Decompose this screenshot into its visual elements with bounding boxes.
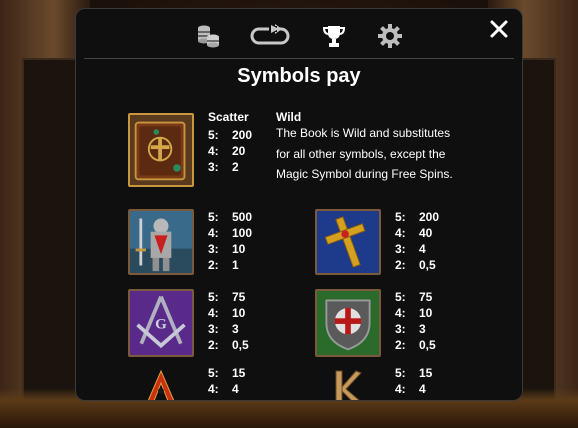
- compass-paytable: 5: 75 4: 10 3: 3 2: 0,5: [208, 289, 249, 353]
- cross-symbol-icon: [315, 209, 381, 275]
- pay-row: 4: 40: [395, 225, 439, 241]
- pay-row: 4: 4: [395, 381, 432, 397]
- pay-row: 5: 75: [208, 289, 249, 305]
- pay-row: 4: 4: [208, 381, 245, 397]
- pay-value: 15: [419, 366, 433, 380]
- trophy-icon[interactable]: [321, 23, 347, 49]
- pay-row: 5: 200: [208, 127, 252, 143]
- pay-row: 2: 1: [208, 257, 252, 273]
- pay-count: 2:: [208, 258, 219, 272]
- pay-count: 4:: [395, 306, 406, 320]
- pay-count: 4:: [208, 306, 219, 320]
- pay-count: 5:: [208, 290, 219, 304]
- pay-count: 5:: [395, 290, 406, 304]
- pay-value: 0,5: [419, 338, 436, 352]
- pay-value: 15: [232, 366, 246, 380]
- pay-row: 5: 200: [395, 209, 439, 225]
- pay-row: 4: 10: [395, 305, 436, 321]
- ace-symbol-icon: [146, 369, 176, 400]
- pay-count: 4:: [208, 226, 219, 240]
- pay-row: 4: 20: [208, 143, 252, 159]
- shield-paytable: 5: 75 4: 10 3: 3 2: 0,5: [395, 289, 436, 353]
- pay-count: 5:: [208, 128, 219, 142]
- pay-row: 5: 75: [395, 289, 436, 305]
- pay-value: 1: [232, 258, 239, 272]
- autoplay-loop-icon[interactable]: [249, 23, 291, 49]
- wild-header: Wild: [276, 110, 302, 124]
- svg-text:G: G: [155, 317, 167, 333]
- pay-row: 3: 10: [208, 241, 252, 257]
- pay-count: 3:: [395, 322, 406, 336]
- pay-value: 500: [232, 210, 253, 224]
- pay-value: 3: [419, 322, 426, 336]
- pay-value: 200: [419, 210, 440, 224]
- pay-row: 3: 3: [395, 321, 436, 337]
- ace-paytable: 5: 15 4: 4: [208, 365, 245, 397]
- paytable-modal: Symbols pay Scatter Wild 5: 200 4: 20 3: 2 …: [75, 8, 523, 401]
- pay-value: 0,5: [419, 258, 436, 272]
- pay-row: 5: 15: [395, 365, 432, 381]
- pay-value: 40: [419, 226, 433, 240]
- pay-count: 3:: [395, 242, 406, 256]
- pay-value: 10: [232, 306, 246, 320]
- pay-value: 75: [419, 290, 433, 304]
- pay-row: 5: 500: [208, 209, 252, 225]
- cross-paytable: 5: 200 4: 40 3: 4 2: 0,5: [395, 209, 439, 273]
- pay-row: 2: 0,5: [208, 337, 249, 353]
- pay-count: 3:: [208, 242, 219, 256]
- pay-row: 5: 15: [208, 365, 245, 381]
- pay-row: 2: 0,5: [395, 257, 439, 273]
- pay-value: 4: [232, 382, 239, 396]
- pay-count: 3:: [208, 160, 219, 174]
- knight-paytable: 5: 500 4: 100 3: 10 2: 1: [208, 209, 252, 273]
- pay-value: 10: [232, 242, 246, 256]
- king-symbol-icon: [330, 369, 364, 400]
- pay-row: 3: 3: [208, 321, 249, 337]
- pay-value: 200: [232, 128, 253, 142]
- pay-count: 2:: [395, 338, 406, 352]
- pay-row: 4: 100: [208, 225, 252, 241]
- pay-value: 3: [232, 322, 239, 336]
- pay-count: 4:: [208, 382, 219, 396]
- paytable-toolbar: [76, 9, 522, 59]
- pay-count: 4:: [208, 144, 219, 158]
- pay-count: 5:: [395, 366, 406, 380]
- pay-count: 5:: [208, 210, 219, 224]
- pay-value: 0,5: [232, 338, 249, 352]
- square-compass-symbol-icon: G: [128, 289, 194, 357]
- pay-count: 2:: [395, 258, 406, 272]
- pay-count: 5:: [395, 210, 406, 224]
- pay-count: 4:: [395, 226, 406, 240]
- pay-value: 75: [232, 290, 246, 304]
- pay-count: 3:: [208, 322, 219, 336]
- gear-icon[interactable]: [377, 23, 403, 49]
- pay-count: 4:: [395, 382, 406, 396]
- pay-row: 3: 4: [395, 241, 439, 257]
- pay-row: 3: 2: [208, 159, 252, 175]
- shield-symbol-icon: [315, 289, 381, 357]
- pay-value: 4: [419, 242, 426, 256]
- pay-value: 2: [232, 160, 239, 174]
- close-icon[interactable]: [488, 18, 510, 40]
- scatter-header: Scatter: [208, 110, 249, 124]
- knight-symbol-icon: [128, 209, 194, 275]
- page-title: Symbols pay: [237, 65, 361, 87]
- pay-count: 2:: [208, 338, 219, 352]
- book-paytable: 5: 200 4: 20 3: 2: [208, 127, 252, 175]
- king-paytable: 5: 15 4: 4: [395, 365, 432, 397]
- book-symbol-icon: [128, 113, 194, 187]
- pay-value: 4: [419, 382, 426, 396]
- pay-count: 5:: [208, 366, 219, 380]
- pay-row: 2: 0,5: [395, 337, 436, 353]
- coins-icon[interactable]: [195, 23, 221, 49]
- pay-value: 20: [232, 144, 246, 158]
- toolbar-divider: [84, 58, 514, 59]
- pay-value: 10: [419, 306, 433, 320]
- wild-description: The Book is Wild and substitutes for all…: [276, 126, 453, 181]
- pay-row: 4: 10: [208, 305, 249, 321]
- pay-value: 100: [232, 226, 253, 240]
